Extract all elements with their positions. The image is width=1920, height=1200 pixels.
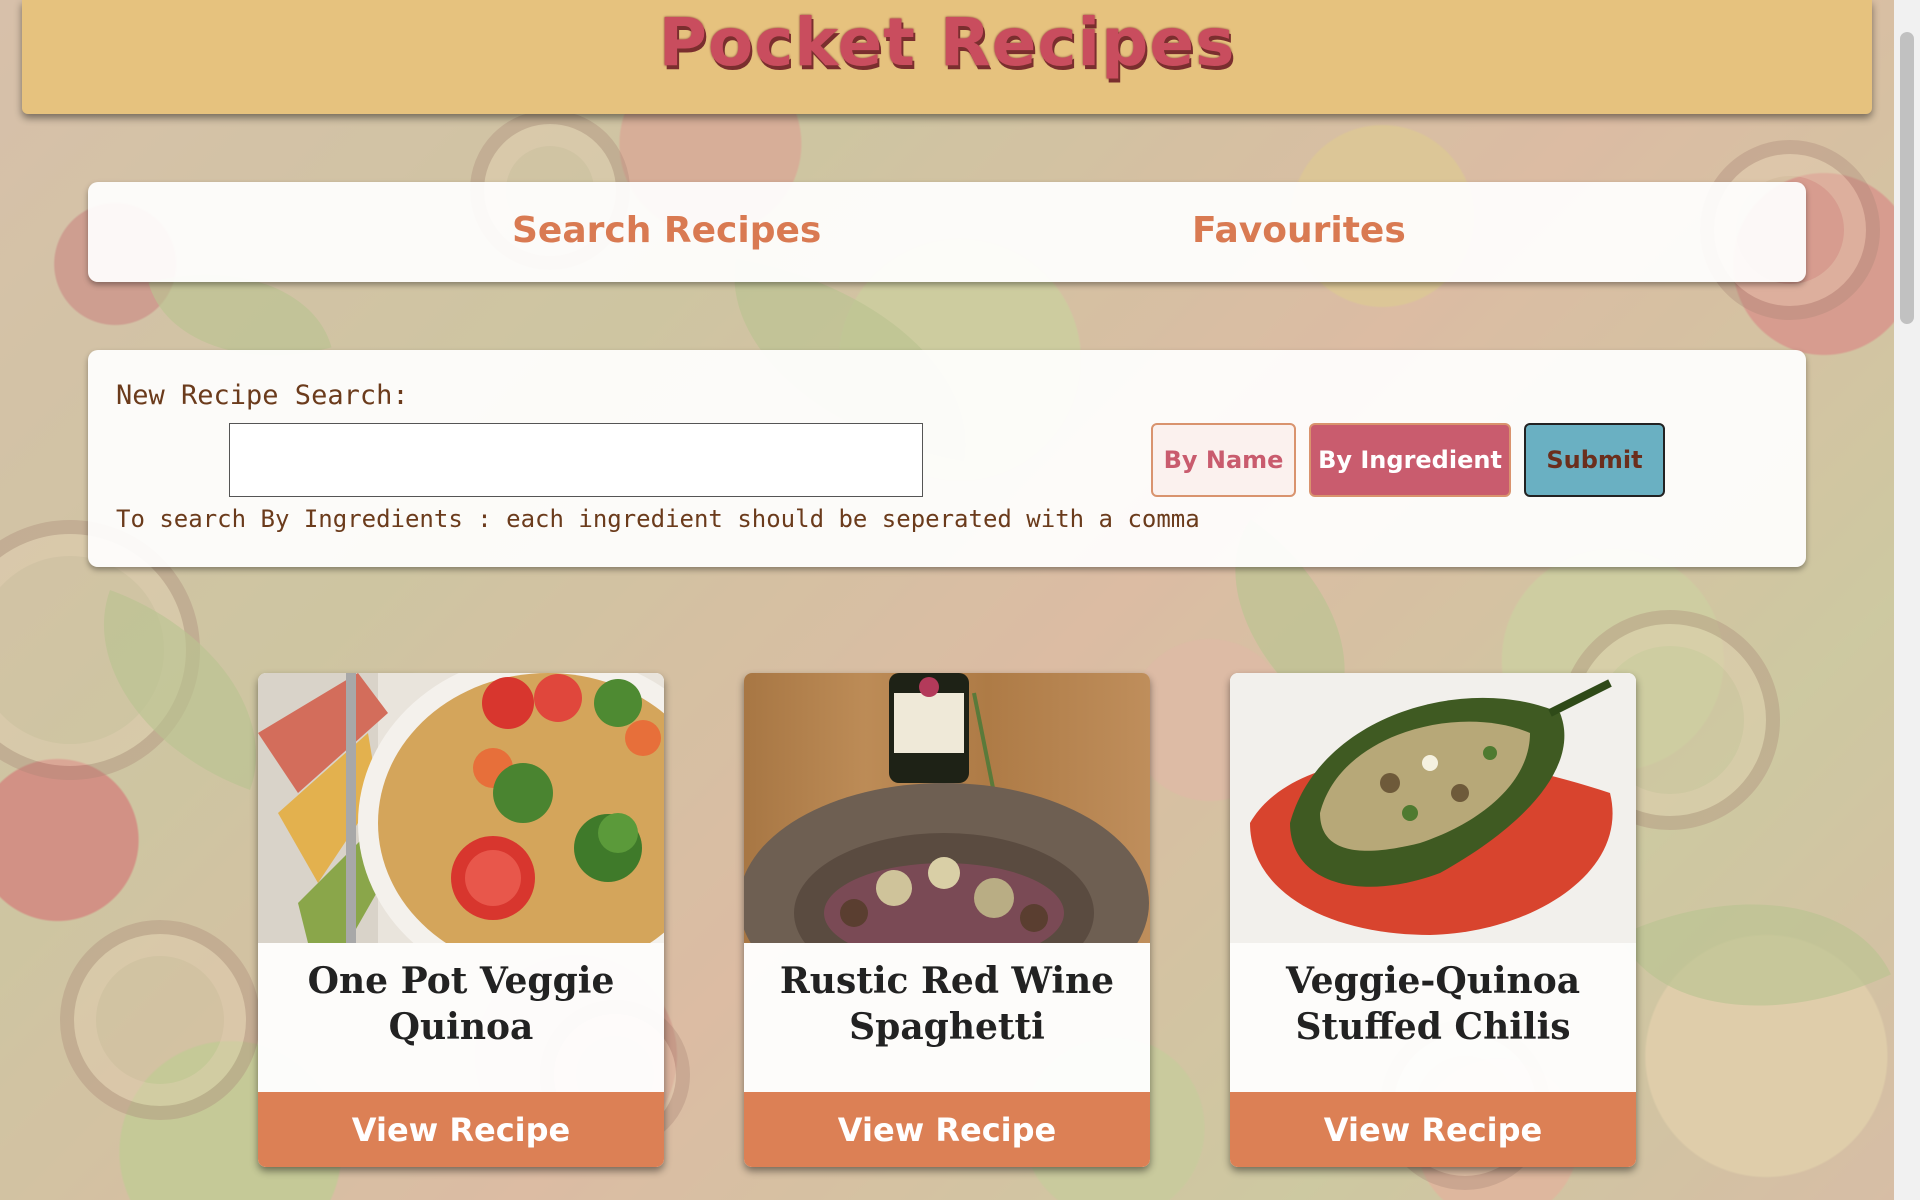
- recipe-image: [744, 673, 1150, 943]
- page-scrollbar[interactable]: [1894, 0, 1920, 1200]
- search-help-text: To search By Ingredients : each ingredie…: [116, 505, 1200, 533]
- view-recipe-button[interactable]: View Recipe: [1230, 1092, 1636, 1167]
- nav-favourites[interactable]: Favourites: [1192, 210, 1406, 251]
- site-header: Pocket Recipes: [22, 0, 1872, 114]
- main-nav: Search Recipes Favourites: [88, 182, 1806, 282]
- by-ingredient-button[interactable]: By Ingredient: [1309, 423, 1511, 497]
- recipe-title: One Pot Veggie Quinoa: [307, 960, 615, 1048]
- view-recipe-button[interactable]: View Recipe: [744, 1092, 1150, 1167]
- recipe-title: Rustic Red Wine Spaghetti: [779, 960, 1115, 1048]
- site-title: Pocket Recipes: [658, 4, 1236, 81]
- search-input[interactable]: [229, 423, 923, 497]
- recipe-card: Rustic Red Wine Spaghetti View Recipe: [744, 673, 1150, 1167]
- by-name-button[interactable]: By Name: [1151, 423, 1296, 497]
- scrollbar-thumb[interactable]: [1900, 32, 1914, 324]
- view-recipe-button[interactable]: View Recipe: [258, 1092, 664, 1167]
- recipe-image: [258, 673, 664, 943]
- recipe-card: Veggie-Quinoa Stuffed Chilis View Recipe: [1230, 673, 1636, 1167]
- recipe-image: [1230, 673, 1636, 943]
- nav-search-recipes[interactable]: Search Recipes: [512, 210, 821, 251]
- recipe-title: Veggie-Quinoa Stuffed Chilis: [1285, 960, 1581, 1048]
- search-panel: New Recipe Search: To search By Ingredie…: [88, 350, 1806, 567]
- recipe-card: One Pot Veggie Quinoa View Recipe: [258, 673, 664, 1167]
- search-label: New Recipe Search:: [116, 380, 409, 411]
- submit-button[interactable]: Submit: [1524, 423, 1665, 497]
